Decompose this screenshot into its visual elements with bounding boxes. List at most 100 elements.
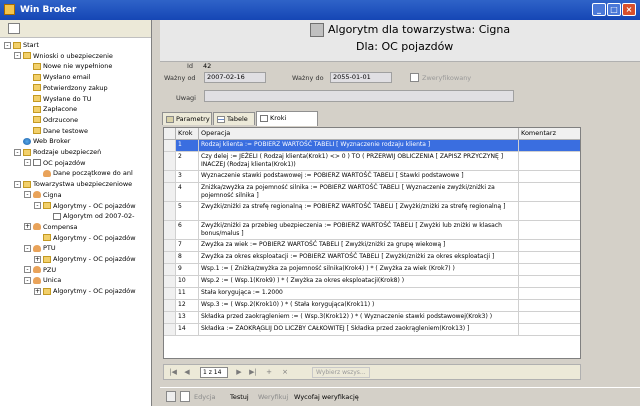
tab-parametry[interactable]: Parametry [162,112,212,125]
tree-node[interactable]: - PZU [24,265,56,275]
table-row[interactable]: 7 Zwyżka za wiek := POBIERZ WARTOŚĆ TABEL… [164,240,580,252]
tree-node[interactable]: Wysłane do TU [24,94,91,104]
collapse-icon[interactable]: - [14,52,21,60]
operation-cell[interactable]: Wsp.1 := ( Zniżka/zwyżka za pojemność si… [199,264,519,276]
table-row[interactable]: 14 Składka := ZAOKRĄGLIJ DO LICZBY CAŁKOW… [164,324,580,336]
operation-cell[interactable]: Stała korygująca := 1.2000 [199,288,519,300]
row-indicator[interactable] [164,276,176,288]
tree-node[interactable]: Zapłacone [24,104,77,114]
operation-cell[interactable]: Zwyżki/zniżki za strefę regionalną := PO… [199,202,519,221]
tab-kroki-obliczen[interactable]: Kroki obliczeń [256,111,318,134]
first-record-icon[interactable]: |◀ [168,367,178,377]
row-indicator[interactable] [164,252,176,264]
operation-cell[interactable]: Wsp.2 := ( Wsp.1(Krok9) ) * ( Zwyżka za … [199,276,519,288]
row-indicator[interactable] [164,183,176,202]
verify-button[interactable]: Weryfikuj [258,392,288,402]
tree-node[interactable]: - PTU [24,243,56,253]
step-cell[interactable]: 13 [176,312,199,324]
tree-node[interactable]: - Rodzaje ubezpieczeń [14,147,101,157]
comment-cell[interactable] [519,312,580,324]
comment-cell[interactable] [519,252,580,264]
maximize-button[interactable]: □ [607,3,621,16]
add-record-icon[interactable]: + [264,367,274,377]
operation-cell[interactable]: Zwyżka za wiek := POBIERZ WARTOŚĆ TABELI… [199,240,519,252]
comment-cell[interactable] [519,240,580,252]
step-cell[interactable]: 12 [176,300,199,312]
tree-node[interactable]: Odrzucone [24,115,78,125]
step-cell[interactable]: 3 [176,171,199,183]
row-indicator[interactable] [164,300,176,312]
operation-cell[interactable]: Wyznaczenie stawki podstawowej := POBIER… [199,171,519,183]
close-button[interactable]: × [622,3,636,16]
table-row[interactable]: 2 Czy delej := JEŻELI ( Rodzaj klienta(Kr… [164,152,580,171]
operation-cell[interactable]: Rodzaj klienta := POBIERZ WARTOŚĆ TABELI… [199,140,519,152]
table-row[interactable]: 4 Zniżka/zwyżka za pojemność silnika := P… [164,183,580,202]
previous-record-icon[interactable]: ◀ [182,367,192,377]
tree-node[interactable]: Wysłano email [24,72,90,82]
tree-node[interactable]: - Algorytmy - OC pojazdów [34,201,136,211]
comment-cell[interactable] [519,171,580,183]
tree-node[interactable]: - OC pojazdów [24,158,85,168]
unverify-button[interactable]: Wycofaj weryfikację [294,392,359,402]
last-record-icon[interactable]: ▶| [248,367,258,377]
step-cell[interactable]: 4 [176,183,199,202]
row-indicator[interactable] [164,171,176,183]
operation-cell[interactable]: Zwyżki/zniżki za przebieg ubezpieczenia … [199,221,519,240]
operation-cell[interactable]: Zniżka/zwyżka za pojemność silnika := PO… [199,183,519,202]
tree-node[interactable]: Potwierdzony zakup [24,83,108,93]
tree-node[interactable]: Algorytm od 2007-02- [44,211,135,221]
tree-node[interactable]: Web Broker [14,136,70,146]
table-row[interactable]: 3 Wyznaczenie stawki podstawowej := POBIE… [164,171,580,183]
next-record-icon[interactable]: ▶ [234,367,244,377]
operation-cell[interactable]: Składka := ZAOKRĄGLIJ DO LICZBY CAŁKOWIT… [199,324,519,336]
tree-toolbar-icon[interactable] [8,23,20,34]
step-cell[interactable]: 2 [176,152,199,171]
valid-from-field[interactable]: 2007-02-16 [204,72,266,83]
select-all-button[interactable]: Wybierz wszys... [312,367,370,378]
tree-node[interactable]: + Algorytmy - OC pojazdów [34,254,136,264]
tree-node[interactable]: Nowe nie wypełnione [24,61,112,71]
step-cell[interactable]: 8 [176,252,199,264]
comment-cell[interactable] [519,324,580,336]
comment-cell[interactable] [519,221,580,240]
operation-cell[interactable]: Zwyżka za okres eksploatacji := POBIERZ … [199,252,519,264]
row-indicator[interactable] [164,312,176,324]
table-row[interactable]: 11 Stała korygująca := 1.2000 [164,288,580,300]
expand-icon[interactable]: + [34,287,41,295]
notes-field[interactable] [204,90,514,102]
tree-node[interactable]: Dane testowe [24,126,88,136]
collapse-icon[interactable]: - [24,244,31,252]
tree-node[interactable]: - Cigna [24,190,62,200]
collapse-icon[interactable]: - [24,191,31,199]
tree-node[interactable]: - Towarzystwa ubezpieczeniowe [14,179,132,189]
valid-to-field[interactable]: 2055-01-01 [330,72,392,83]
operation-cell[interactable]: Składka przed zaokrągleniem := ( Wsp.3(K… [199,312,519,324]
table-row[interactable]: 5 Zwyżki/zniżki za strefę regionalną := P… [164,202,580,221]
table-row[interactable]: 13 Składka przed zaokrągleniem := ( Wsp.3… [164,312,580,324]
tree-node[interactable]: - Start [4,40,39,50]
step-cell[interactable]: 10 [176,276,199,288]
operation-cell[interactable]: Czy delej := JEŻELI ( Rodzaj klienta(Kro… [199,152,519,171]
comment-cell[interactable] [519,300,580,312]
verified-checkbox[interactable] [410,73,419,82]
collapse-icon[interactable]: - [4,41,11,49]
table-row[interactable]: 6 Zwyżki/zniżki za przebieg ubezpieczenia… [164,221,580,240]
table-row[interactable]: 8 Zwyżka za okres eksploatacji := POBIERZ… [164,252,580,264]
collapse-icon[interactable]: - [24,159,31,167]
table-row[interactable]: 1 Rodzaj klienta := POBIERZ WARTOŚĆ TABEL… [164,140,580,152]
test-button[interactable]: Testuj [230,392,249,402]
tree-node[interactable]: - Unica [24,275,61,285]
comment-cell[interactable] [519,152,580,171]
column-header-operacja[interactable]: Operacja [199,128,519,140]
table-row[interactable]: 10 Wsp.2 := ( Wsp.1(Krok9) ) * ( Zwyżka z… [164,276,580,288]
table-row[interactable]: 9 Wsp.1 := ( Zniżka/zwyżka za pojemność s… [164,264,580,276]
tab-tabele[interactable]: Tabele [213,112,255,125]
tree-node[interactable]: Algorytmy - OC pojazdów [34,233,136,243]
row-indicator[interactable] [164,288,176,300]
comment-cell[interactable] [519,202,580,221]
tree-node[interactable]: + Algorytmy - OC pojazdów [34,286,136,296]
tree-node[interactable]: - Wnioski o ubezpieczenie [14,51,113,61]
step-cell[interactable]: 5 [176,202,199,221]
step-cell[interactable]: 1 [176,140,199,152]
row-indicator[interactable] [164,140,176,152]
